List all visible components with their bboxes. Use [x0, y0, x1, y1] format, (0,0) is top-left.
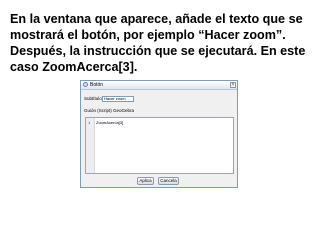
script-label: Guión (Script) GeoGebra [84, 108, 135, 113]
instruction-text: En la ventana que aparece, añade el text… [10, 12, 306, 74]
line-number-gutter: 1 [86, 118, 95, 173]
caption-input[interactable]: Hacer zoom [102, 96, 134, 102]
close-icon[interactable]: × [230, 82, 236, 88]
cancel-button[interactable]: Cancela [158, 177, 179, 185]
script-editor[interactable]: 1 ZoomAcerca[3] [85, 117, 234, 174]
script-line[interactable]: ZoomAcerca[3] [96, 120, 123, 125]
apply-button[interactable]: Aplica [137, 177, 154, 185]
dialog-titlebar[interactable]: Botón × [81, 81, 237, 90]
line-number: 1 [88, 120, 91, 125]
button-dialog: Botón × Subtítulo: Hacer zoom Guión (Scr… [80, 80, 238, 188]
geogebra-app-icon [83, 82, 88, 87]
dialog-title: Botón [90, 82, 104, 88]
caption-label: Subtítulo: [84, 96, 104, 101]
